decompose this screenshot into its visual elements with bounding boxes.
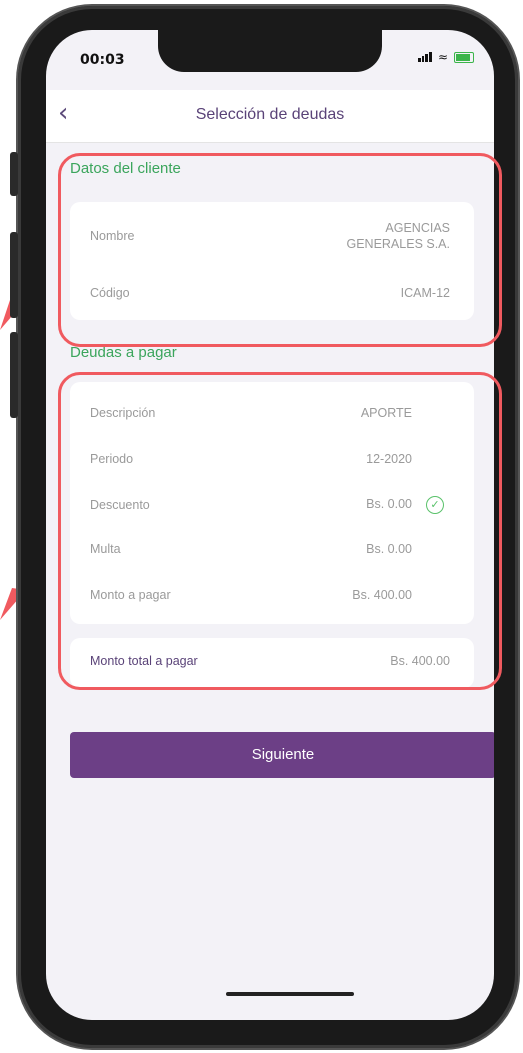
status-time: 00:03 [80, 52, 125, 68]
next-button[interactable]: Siguiente [70, 732, 494, 778]
status-icons: ≈ [417, 50, 474, 64]
home-indicator[interactable] [226, 992, 354, 996]
side-button [10, 152, 18, 196]
page-title: Selección de deudas [195, 106, 345, 123]
highlight-client-box [58, 153, 502, 347]
wifi-icon: ≈ [437, 50, 448, 64]
battery-icon [454, 51, 474, 63]
navbar: ‹ Selección de deudas [46, 90, 494, 143]
notch [158, 30, 382, 72]
side-button [10, 232, 18, 318]
signal-icon [417, 52, 432, 62]
side-button [10, 332, 18, 418]
highlight-debts-box [58, 372, 502, 690]
